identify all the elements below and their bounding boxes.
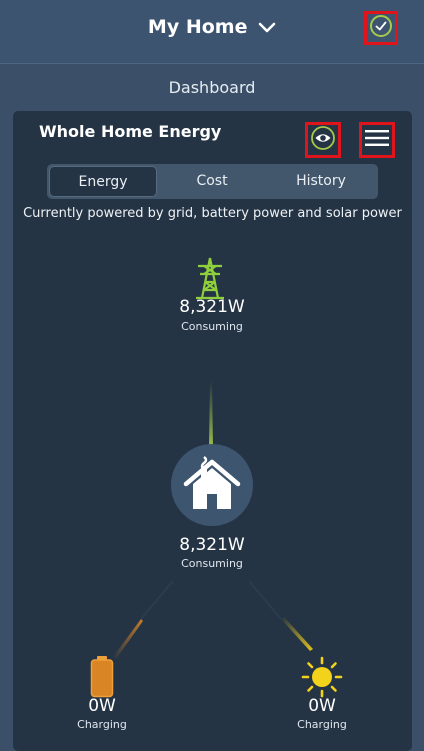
home-label: Consuming (181, 557, 243, 570)
whole-home-energy-card: Whole Home Energy Energy Cost History Cu… (13, 111, 412, 751)
page-subtitle: Dashboard (168, 78, 256, 97)
grid-value: 8,321W (179, 297, 245, 317)
home-title: My Home (147, 16, 248, 38)
top-bar: My Home (0, 0, 424, 64)
chevron-down-icon (258, 17, 276, 39)
battery-label: Charging (77, 718, 127, 731)
solar-label: Charging (297, 718, 347, 731)
home-value: 8,321W (179, 535, 245, 555)
check-circle-icon (369, 14, 393, 43)
solar-value: 0W (308, 696, 336, 716)
home-node[interactable] (171, 444, 253, 526)
grid-label: Consuming (181, 320, 243, 333)
energy-flow-lines (113, 381, 313, 659)
home-selector[interactable]: My Home (0, 16, 424, 39)
status-button[interactable] (364, 11, 398, 45)
house-icon (182, 454, 242, 517)
battery-value: 0W (88, 696, 116, 716)
